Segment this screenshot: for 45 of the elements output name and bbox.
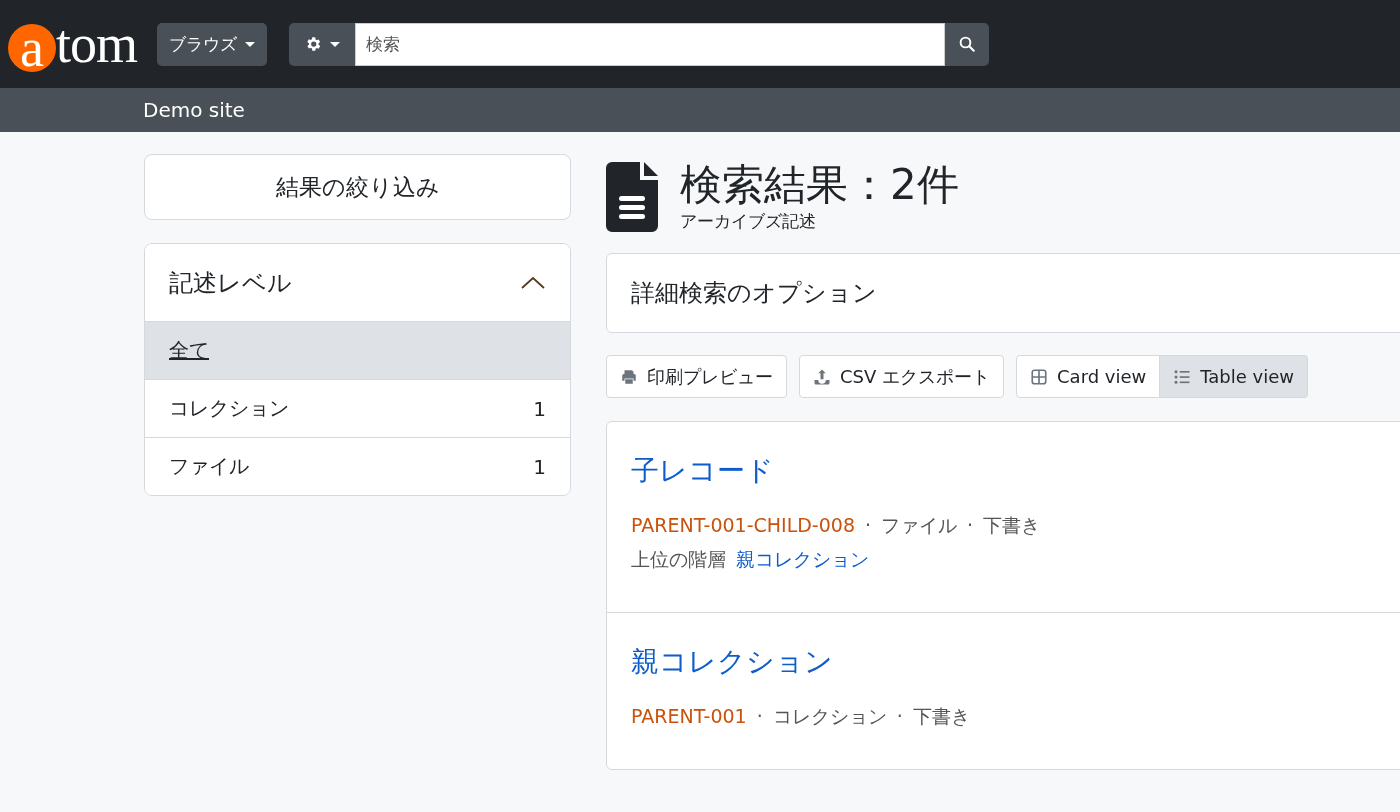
action-button[interactable]: CSV エクスポート <box>799 355 1005 398</box>
logo-text: tom <box>56 17 137 71</box>
facet-label: ファイル <box>169 453 249 480</box>
search-field[interactable]: 検索 <box>355 22 945 66</box>
caret-icon <box>245 41 255 47</box>
view-toggle-button[interactable]: Table view <box>1160 355 1309 398</box>
page-title: 検索結果：2件 <box>680 160 959 210</box>
result-status: 下書き <box>912 704 970 729</box>
advanced-search-toggle[interactable]: 詳細検索のオプション <box>606 253 1400 333</box>
separator-dot: · <box>756 704 763 729</box>
result-status: 下書き <box>983 513 1041 538</box>
search-icon <box>958 35 976 53</box>
logo-letter-circle: a <box>8 24 56 72</box>
result-title-link[interactable]: 子レコード <box>631 452 1400 490</box>
part-of-link[interactable]: 親コレクション <box>736 542 869 576</box>
result-level: ファイル <box>881 513 958 538</box>
search-button[interactable] <box>945 22 989 66</box>
logo[interactable]: a tom <box>8 16 137 72</box>
facet-label: 全て <box>169 337 209 364</box>
facet-header[interactable]: 記述レベル <box>145 244 570 322</box>
result-identifier: PARENT-001 <box>631 704 747 729</box>
browse-dropdown-button[interactable]: ブラウズ <box>157 22 267 66</box>
list-icon <box>1173 367 1192 386</box>
facet-label: コレクション <box>169 395 289 422</box>
grid-icon <box>1030 367 1049 386</box>
upload-icon <box>813 367 831 386</box>
site-name: Demo site <box>143 98 245 122</box>
part-of-label: 上位の階層 <box>631 547 726 572</box>
facet-item[interactable]: 全て <box>145 322 570 380</box>
facet-count: 1 <box>533 396 546 421</box>
search-options-button[interactable] <box>289 22 355 66</box>
document-icon <box>606 161 658 232</box>
result-level: コレクション <box>772 704 887 729</box>
filter-results-button[interactable]: 結果の絞り込み <box>144 154 571 220</box>
page-subtitle: アーカイブズ記述 <box>680 210 817 233</box>
view-toggle-button[interactable]: Card view <box>1016 355 1161 398</box>
separator-dot: · <box>865 513 872 538</box>
separator-dot: · <box>896 704 903 729</box>
action-button[interactable]: 印刷プレビュー <box>606 355 787 398</box>
result-identifier: PARENT-001-CHILD-008 <box>631 513 855 538</box>
caret-icon <box>330 41 340 47</box>
separator-dot: · <box>967 513 974 538</box>
printer-icon <box>620 367 638 386</box>
result-title-link[interactable]: 親コレクション <box>631 643 1400 681</box>
facet-count: 1 <box>533 454 546 479</box>
